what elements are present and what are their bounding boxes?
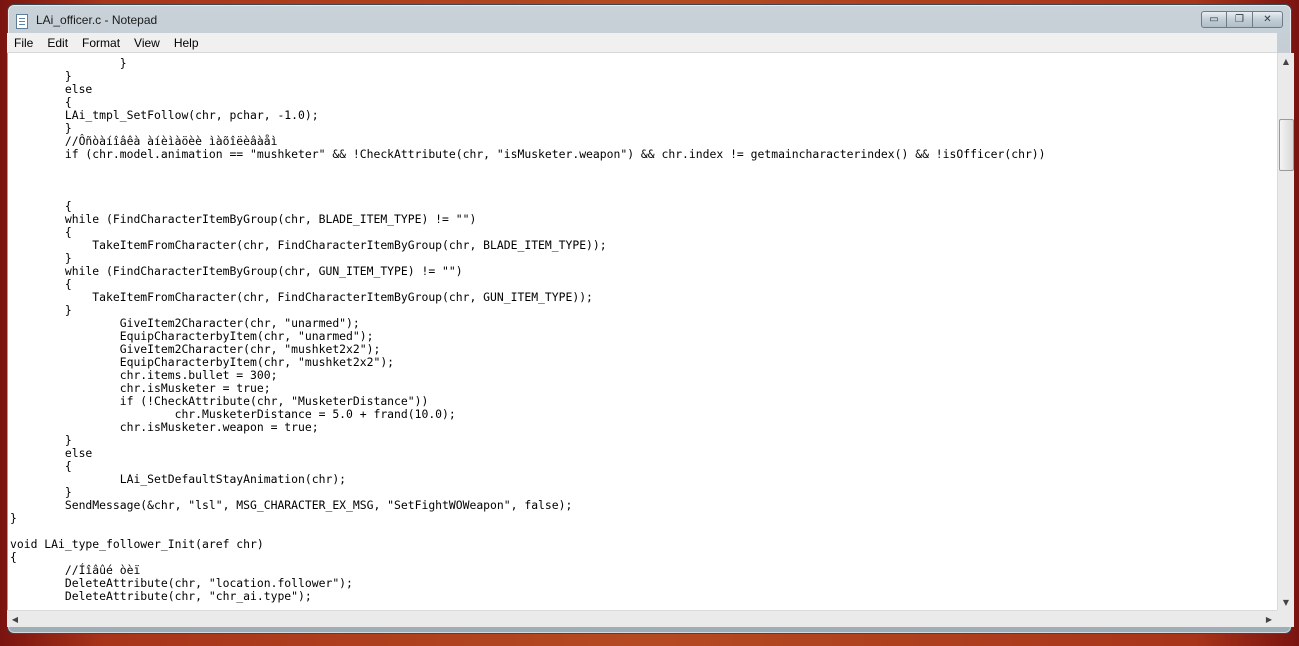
code-line[interactable] — [10, 174, 1046, 187]
caption-buttons: ▭ ❐ ✕ — [1201, 11, 1283, 30]
code-line[interactable]: else — [10, 83, 1046, 96]
code-line[interactable] — [10, 161, 1046, 174]
size-grip[interactable] — [1277, 610, 1294, 627]
maximize-icon: ❐ — [1235, 14, 1244, 25]
menu-file[interactable]: File — [7, 33, 40, 53]
minimize-icon: ▭ — [1209, 14, 1219, 25]
code-line[interactable]: while (FindCharacterItemByGroup(chr, BLA… — [10, 213, 1046, 226]
notepad-app-icon[interactable] — [16, 14, 28, 29]
code-line[interactable]: while (FindCharacterItemByGroup(chr, GUN… — [10, 265, 1046, 278]
vertical-scroll-thumb[interactable] — [1279, 119, 1294, 171]
code-line[interactable]: LAi_tmpl_SetFollow(chr, pchar, -1.0); — [10, 109, 1046, 122]
close-icon: ✕ — [1263, 14, 1272, 25]
scroll-up-icon[interactable]: ▲ — [1278, 53, 1294, 69]
close-button[interactable]: ✕ — [1253, 11, 1283, 28]
code-line[interactable]: TakeItemFromCharacter(chr, FindCharacter… — [10, 291, 1046, 304]
code-line[interactable]: { — [10, 551, 1046, 564]
code-line[interactable]: LAi_SetDefaultStayAnimation(chr); — [10, 473, 1046, 486]
text-editor-area[interactable]: } } else { LAi_tmpl_SetFollow(chr, pchar… — [7, 53, 1277, 610]
maximize-button[interactable]: ❐ — [1227, 11, 1253, 28]
scroll-down-icon[interactable]: ▼ — [1278, 594, 1294, 610]
code-line[interactable]: else — [10, 447, 1046, 460]
code-line[interactable]: } — [10, 57, 1046, 70]
code-line[interactable]: chr.isMusketer.weapon = true; — [10, 421, 1046, 434]
menu-bar: File Edit Format View Help — [7, 33, 1277, 53]
code-text[interactable]: } } else { LAi_tmpl_SetFollow(chr, pchar… — [10, 57, 1046, 603]
scroll-left-icon[interactable]: ◀ — [7, 611, 23, 627]
code-line[interactable]: } — [10, 434, 1046, 447]
code-line[interactable]: SendMessage(&chr, "lsl", MSG_CHARACTER_E… — [10, 499, 1046, 512]
minimize-button[interactable]: ▭ — [1201, 11, 1227, 28]
code-line[interactable]: void LAi_type_follower_Init(aref chr) — [10, 538, 1046, 551]
menu-help[interactable]: Help — [167, 33, 206, 53]
scroll-right-icon[interactable]: ▶ — [1261, 611, 1277, 627]
menu-edit[interactable]: Edit — [40, 33, 75, 53]
horizontal-scrollbar[interactable]: ◀ ▶ — [7, 610, 1277, 627]
code-line[interactable]: DeleteAttribute(chr, "chr_ai.type"); — [10, 590, 1046, 603]
code-line[interactable]: TakeItemFromCharacter(chr, FindCharacter… — [10, 239, 1046, 252]
code-line[interactable] — [10, 187, 1046, 200]
vertical-scrollbar[interactable]: ▲ ▼ — [1277, 53, 1294, 610]
menu-format[interactable]: Format — [75, 33, 127, 53]
window-title: LAi_officer.c - Notepad — [36, 13, 158, 27]
menu-view[interactable]: View — [127, 33, 167, 53]
code-line[interactable]: } — [10, 70, 1046, 83]
code-line[interactable]: if (chr.model.animation == "mushketer" &… — [10, 148, 1046, 161]
code-line[interactable]: } — [10, 512, 1046, 525]
